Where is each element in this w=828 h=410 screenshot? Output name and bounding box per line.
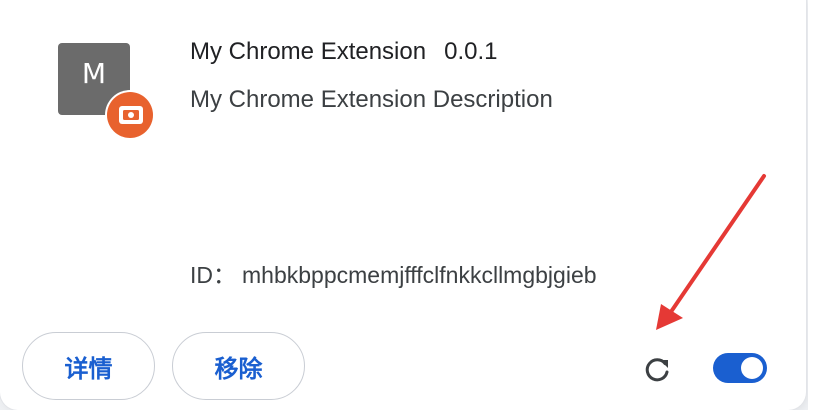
extension-id: ID： mhbkbppcmemjfffclfnkkcllmgbjgieb — [190, 256, 597, 290]
screen-capture-badge-icon — [107, 92, 153, 138]
remove-button[interactable]: 移除 — [172, 332, 305, 400]
extension-description: My Chrome Extension Description — [190, 86, 553, 113]
extension-id-value: mhbkbppcmemjfffclfnkkcllmgbjgieb — [242, 262, 597, 288]
enable-toggle[interactable] — [713, 353, 767, 383]
extension-id-label: ID： — [190, 262, 236, 288]
adjacent-card-edge — [808, 0, 828, 410]
extension-name: My Chrome Extension — [190, 38, 427, 65]
extension-icon-letter: M — [81, 57, 107, 90]
reload-icon[interactable] — [638, 350, 676, 388]
extension-version: 0.0.1 — [444, 38, 498, 65]
extension-title: My Chrome Extension 0.0.1 — [190, 38, 497, 66]
details-button[interactable]: 详情 — [22, 332, 155, 400]
toggle-knob — [741, 357, 763, 379]
extension-card: M My Chrome Extension 0.0.1 My Chrome Ext… — [0, 0, 806, 410]
